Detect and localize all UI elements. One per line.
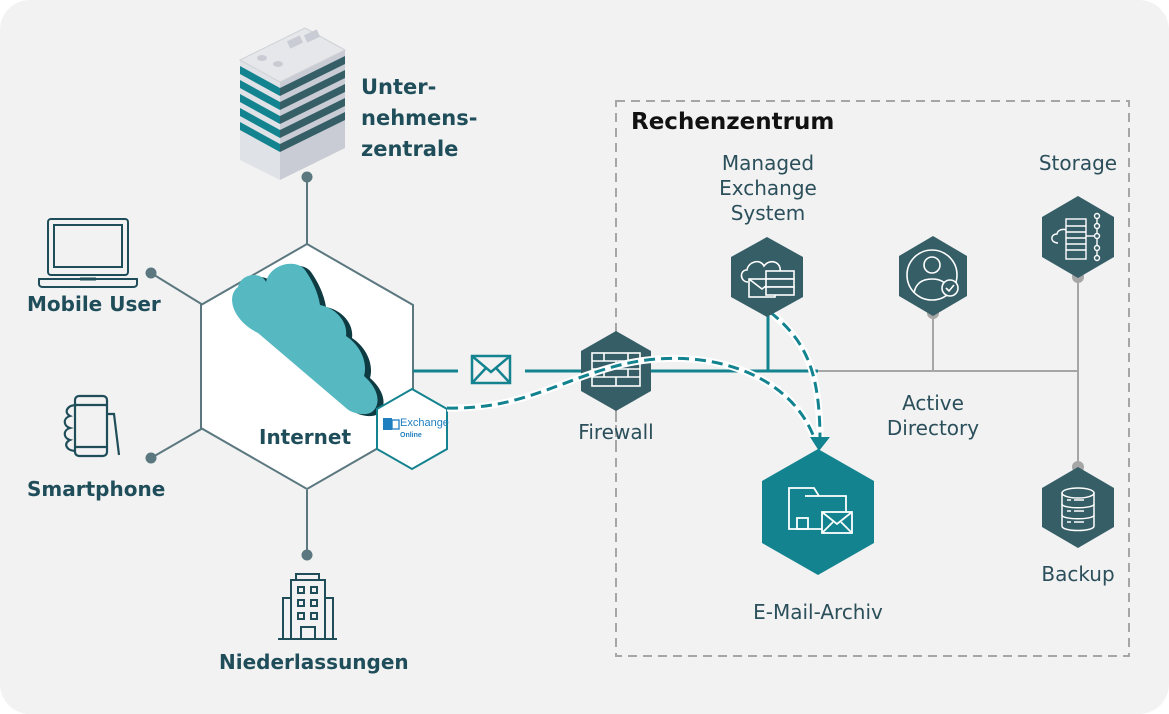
internet-label: Internet [259,425,352,449]
hq-label-line-2: nehmens- [361,106,478,130]
email-archive-label: E-Mail-Archiv [753,600,883,624]
datacenter-title: Rechenzentrum [631,109,835,135]
hq-dot [301,171,313,183]
envelope-icon [470,354,512,385]
office-tower-icon [238,27,347,180]
laptop-icon [38,218,138,288]
branches-dot [301,549,313,561]
managed-exchange-line-1: Managed [721,151,815,175]
backup-label: Backup [1041,562,1115,586]
firewall-label: Firewall [578,420,654,444]
mobile-user-label: Mobile User [27,292,161,316]
smartphone-label: Smartphone [27,477,166,501]
mobile-dot [145,267,157,279]
managed-exchange-to-archive-flow [769,310,822,441]
building-icon [278,573,337,640]
smartphone-dot [145,452,157,464]
hq-label-line-3: zentrale [361,137,459,161]
exchange-online-sub: Online [400,432,422,439]
hq-label: Unter- nehmens- zentrale [361,72,477,165]
managed-exchange-line-3: System [730,201,806,225]
managed-exchange-label: Managed Exchange System [708,151,828,226]
exchange-online-brand: Exchange [400,417,449,429]
diagram-svg [38,27,1130,657]
email-archive-hexagon[interactable] [762,449,874,575]
storage-label: Storage [1038,151,1118,175]
smartphone-hand-icon [63,394,121,458]
active-directory-line-1: Active [902,391,964,415]
managed-exchange-line-2: Exchange [719,176,817,200]
diagram-canvas: Rechenzentrum Unter- nehmens- zentrale M… [0,0,1169,714]
branches-label: Niederlassungen [219,650,409,674]
arrowhead [810,437,830,451]
exchange-logo-icon [383,418,400,430]
active-directory-line-2: Directory [886,416,980,440]
hq-label-line-1: Unter- [361,75,437,99]
smartphone-link [150,427,204,459]
active-directory-label: Active Directory [873,391,993,441]
